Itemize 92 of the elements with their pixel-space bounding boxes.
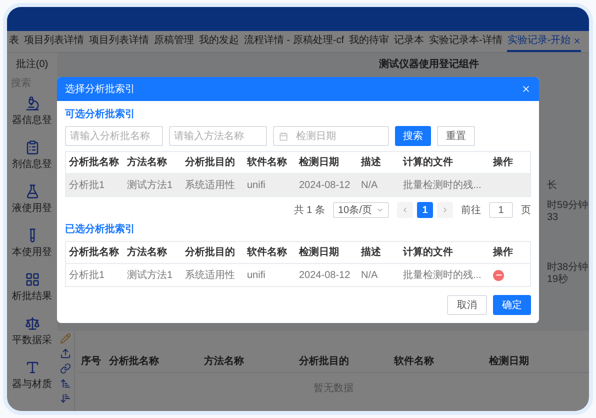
record-text: 时38分钟19秒	[547, 262, 589, 286]
page-button[interactable]: 1	[417, 202, 433, 218]
table-cell-text: 系统适用性	[184, 268, 236, 282]
tab[interactable]: 实验记录本-详情	[429, 31, 502, 52]
remove-icon[interactable]	[493, 270, 504, 280]
column-header: 软件名称	[392, 354, 435, 369]
upload-icon[interactable]	[60, 348, 71, 359]
dialog-title: 选择分析批索引	[65, 82, 135, 96]
column-header: 分析批名称	[108, 354, 160, 369]
table-cell-text: 测试方法1	[126, 268, 174, 282]
microscope-icon[interactable]	[24, 96, 40, 111]
reset-button[interactable]: 重置	[437, 126, 475, 146]
table-cell-text: N/A	[360, 268, 379, 282]
search-button[interactable]: 搜索	[395, 126, 431, 146]
link-icon[interactable]	[60, 363, 71, 374]
sidebar-item[interactable]: 剂信息登	[12, 157, 52, 172]
tab[interactable]: 我的待审	[349, 31, 389, 52]
cancel-button[interactable]: 取消	[447, 295, 487, 315]
column-header: 序号	[80, 354, 102, 369]
sidebar-item[interactable]: 本使用登	[12, 245, 52, 260]
column-header: 检测日期	[488, 354, 530, 369]
page-suffix: 页	[521, 204, 531, 218]
tab[interactable]: 我的发起	[199, 31, 239, 52]
close-icon[interactable]	[521, 84, 531, 94]
tab[interactable]: 流程详情 - 原稿处理-cf	[244, 31, 344, 52]
tab[interactable]: 原稿管理	[154, 31, 194, 52]
record-text: 时59分钟33	[547, 200, 589, 224]
sidebar-item[interactable]: 析批结果	[12, 289, 52, 304]
table-cell-text: N/A	[360, 178, 379, 192]
scale-icon[interactable]	[24, 316, 40, 331]
page-size-select[interactable]: 10条/页	[333, 202, 389, 218]
column-header: 分析批目的	[184, 156, 236, 170]
tab[interactable]: 表	[9, 31, 19, 52]
column-header: 计算的文件	[402, 156, 454, 170]
grid-icon[interactable]	[24, 272, 40, 287]
sort-down-icon[interactable]	[60, 393, 71, 404]
flask-icon[interactable]	[24, 184, 40, 199]
chevron-right-icon	[441, 206, 449, 214]
column-header: 描述	[360, 156, 382, 170]
sidebar-item[interactable]: 器与材质	[12, 377, 52, 392]
table-cell-text: 批量检测时的残...	[402, 268, 482, 282]
page-input[interactable]: 1	[489, 202, 513, 218]
sidebar-item[interactable]: 液使用登	[12, 201, 52, 216]
column-header: 分析批名称	[68, 246, 120, 260]
column-header: 描述	[360, 246, 382, 260]
column-header: 计算的文件	[402, 246, 454, 260]
column-header: 分析批目的	[184, 246, 236, 260]
record-text: 长	[547, 180, 558, 192]
column-header: 方法名称	[126, 245, 168, 260]
table-row[interactable]: 分析批1 测试方法1 系统适用性 unifi 2024-08-12 N/A 批量检测时的残...	[66, 174, 530, 196]
table-cell-text: unifi	[246, 268, 266, 282]
sidebar-item[interactable]: 平数据采	[12, 333, 52, 348]
close-icon[interactable]	[572, 36, 581, 44]
table-cell-text: 分析批1	[68, 178, 106, 192]
chevron-down-icon	[376, 206, 384, 214]
column-header: 分析批目的	[298, 354, 350, 369]
total-count: 共 1 条	[294, 204, 325, 218]
column-header: 检测日期	[298, 246, 340, 260]
clipboard-icon[interactable]	[24, 140, 40, 155]
table-cell-text: 系统适用性	[184, 178, 236, 192]
sidebar-item[interactable]: 器信息登	[12, 113, 52, 128]
panel-header: 批注(0)	[16, 58, 48, 72]
table-cell-text: 批量检测时的残...	[402, 178, 482, 192]
date-field[interactable]: 检测日期	[273, 126, 389, 146]
calendar-icon	[279, 132, 288, 140]
table-cell-text: unifi	[246, 178, 266, 192]
column-header: 操作	[492, 246, 514, 260]
tab[interactable]: 记录本	[394, 31, 424, 52]
section-label: 已选分析批索引	[65, 222, 136, 237]
goto-label: 前往	[461, 204, 481, 218]
input-field[interactable]: 请输入分析批名称	[65, 126, 163, 146]
column-header: 方法名称	[126, 155, 168, 170]
tab[interactable]: 项目列表详情	[89, 31, 149, 52]
table-cell-text: 2024-08-12	[298, 268, 352, 282]
table-cell-text: 分析批1	[68, 268, 106, 282]
column-header: 操作	[492, 156, 514, 170]
section-title: 测试仪器使用登记组件	[379, 58, 479, 72]
text-box-icon[interactable]	[24, 360, 40, 375]
column-header: 分析批名称	[68, 156, 120, 170]
table-cell-text: 测试方法1	[126, 178, 174, 192]
confirm-button[interactable]: 确定	[493, 295, 531, 315]
input-field[interactable]: 请输入方法名称	[169, 126, 267, 146]
tab[interactable]: 项目列表详情	[24, 31, 84, 52]
tab[interactable]: 实验记录-开始	[507, 31, 581, 52]
column-header: 检测日期	[298, 156, 340, 170]
sort-up-icon[interactable]	[60, 378, 71, 389]
section-label: 可选分析批索引	[65, 108, 136, 122]
column-header: 软件名称	[246, 156, 288, 170]
column-header: 方法名称	[203, 354, 245, 369]
column-header: 软件名称	[246, 246, 288, 260]
chevron-left-icon	[401, 206, 409, 214]
table-cell-text: 2024-08-12	[298, 178, 352, 192]
